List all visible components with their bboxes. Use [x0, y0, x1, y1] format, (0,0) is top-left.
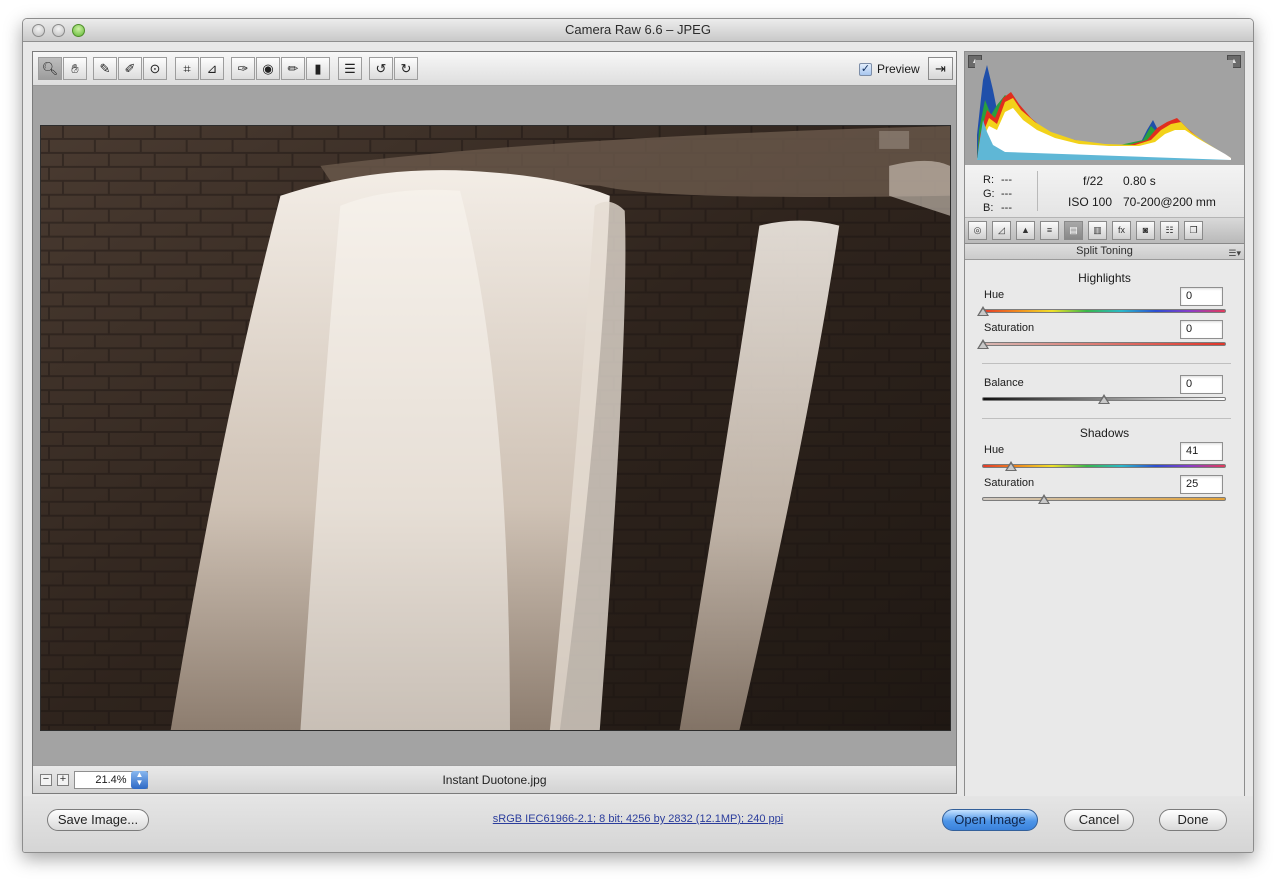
title-bar: Camera Raw 6.6 – JPEG [23, 19, 1253, 42]
g-value: --- [1001, 188, 1012, 200]
shadows-hue-field[interactable]: 41 [1180, 442, 1223, 461]
panel-menu-icon[interactable]: ☰▾ [1228, 246, 1241, 261]
done-button[interactable]: Done [1159, 809, 1227, 831]
color-sampler-tool-icon[interactable]: ✐ [118, 57, 142, 80]
shadows-saturation-slider[interactable] [982, 497, 1226, 501]
lens-corrections-tab-icon[interactable]: ▥ [1088, 221, 1107, 240]
rotate-left-tool-icon[interactable]: ↺ [369, 57, 393, 80]
window-title: Camera Raw 6.6 – JPEG [565, 22, 711, 37]
shutter-value: 0.80 s [1123, 174, 1156, 188]
filename-label: Instant Duotone.jpg [442, 773, 547, 787]
zoom-tool-icon[interactable]: 🔍︎ [38, 57, 62, 80]
highlights-hue-label: Hue [984, 289, 1005, 301]
b-value: --- [1001, 202, 1012, 214]
straighten-tool-icon[interactable]: ⊿ [200, 57, 224, 80]
b-label: B: [983, 202, 994, 214]
highlights-saturation-field[interactable]: 0 [1180, 320, 1223, 339]
dialog-footer: Save Image... sRGB IEC61966-2.1; 8 bit; … [23, 796, 1253, 852]
shadows-hue-label: Hue [984, 444, 1005, 456]
shadows-saturation-thumb[interactable] [1038, 494, 1050, 504]
photo-preview [40, 125, 951, 731]
split-toning-tab-icon[interactable]: ▤ [1064, 221, 1083, 240]
camera-raw-window: Camera Raw 6.6 – JPEG 🔍︎ ✋︎ ✎ ✐ ⊙ ⌗ ⊿ ✑ … [22, 18, 1254, 853]
histogram: ▲ ▲ [965, 52, 1244, 165]
lens-value: 70-200@200 mm [1123, 195, 1216, 209]
balance-label: Balance [984, 377, 1024, 389]
cancel-button[interactable]: Cancel [1064, 809, 1134, 831]
hand-tool-icon[interactable]: ✋︎ [63, 57, 87, 80]
minimize-window-button[interactable] [52, 24, 65, 37]
hsl-grayscale-tab-icon[interactable]: ≡ [1040, 221, 1059, 240]
shadows-saturation-field[interactable]: 25 [1180, 475, 1223, 494]
waterfall-photo [41, 126, 950, 730]
open-image-button[interactable]: Open Image [942, 809, 1038, 831]
spot-removal-tool-icon[interactable]: ✑ [231, 57, 255, 80]
r-value: --- [1001, 174, 1012, 186]
shadows-saturation-label: Saturation [984, 477, 1035, 489]
image-info: R: --- G: --- B: --- f/22 0.80 s ISO 100… [965, 165, 1244, 218]
presets-tab-icon[interactable]: ☷ [1160, 221, 1179, 240]
histogram-graph [975, 60, 1233, 160]
status-bar: − + 21.4% ▲ ▼ Instant Duotone.jpg [33, 765, 956, 793]
image-canvas-area: 🔍︎ ✋︎ ✎ ✐ ⊙ ⌗ ⊿ ✑ ◉ ✏ ▮ ☰ ↺ ↻ ✓ Preview … [32, 51, 957, 794]
shadows-hue-slider[interactable] [982, 464, 1226, 468]
shadows-hue-thumb[interactable] [1005, 461, 1017, 471]
zoom-window-button[interactable] [72, 24, 85, 37]
panel-tabs: ◎ ◿ ▲ ≡ ▤ ▥ fx ◙ ☷ ❐ [965, 218, 1244, 244]
close-window-button[interactable] [32, 24, 45, 37]
panel-title-text: Split Toning [1076, 245, 1133, 257]
highlights-heading: Highlights [1078, 271, 1131, 285]
rotate-right-tool-icon[interactable]: ↻ [394, 57, 418, 80]
adjustment-brush-tool-icon[interactable]: ✏ [281, 57, 305, 80]
crop-tool-icon[interactable]: ⌗ [175, 57, 199, 80]
white-balance-tool-icon[interactable]: ✎ [93, 57, 117, 80]
g-label: G: [983, 188, 995, 200]
graduated-filter-tool-icon[interactable]: ▮ [306, 57, 330, 80]
detail-tab-icon[interactable]: ▲ [1016, 221, 1035, 240]
panel-title: Split Toning ☰▾ [965, 244, 1244, 260]
adjustment-side-panel: ▲ ▲ R: --- G: --- B: --- f/22 0.80 s ISO… [964, 51, 1245, 798]
highlights-hue-thumb[interactable] [977, 306, 989, 316]
balance-field[interactable]: 0 [1180, 375, 1223, 394]
effects-tab-icon[interactable]: fx [1112, 221, 1131, 240]
balance-thumb[interactable] [1098, 394, 1110, 404]
shadows-heading: Shadows [1079, 426, 1130, 440]
highlights-hue-slider[interactable] [982, 309, 1226, 313]
basic-tab-icon[interactable]: ◎ [968, 221, 987, 240]
preview-label: Preview [877, 62, 920, 76]
highlights-hue-field[interactable]: 0 [1180, 287, 1223, 306]
full-screen-mode-icon[interactable]: ⇥ [928, 57, 953, 80]
info-divider [1037, 171, 1038, 211]
preview-toggle[interactable]: ✓ Preview [859, 62, 920, 76]
targeted-adjustment-tool-icon[interactable]: ⊙ [143, 57, 167, 80]
snapshots-tab-icon[interactable]: ❐ [1184, 221, 1203, 240]
section-divider [982, 363, 1231, 364]
aperture-value: f/22 [1083, 174, 1104, 188]
iso-value: ISO 100 [1068, 195, 1113, 209]
camera-calibration-tab-icon[interactable]: ◙ [1136, 221, 1155, 240]
r-label: R: [983, 174, 994, 186]
section-divider [982, 418, 1231, 419]
highlights-saturation-thumb[interactable] [977, 339, 989, 349]
red-eye-removal-tool-icon[interactable]: ◉ [256, 57, 280, 80]
open-preferences-tool-icon[interactable]: ☰ [338, 57, 362, 80]
tool-bar: 🔍︎ ✋︎ ✎ ✐ ⊙ ⌗ ⊿ ✑ ◉ ✏ ▮ ☰ ↺ ↻ ✓ Preview … [33, 52, 956, 86]
tone-curve-tab-icon[interactable]: ◿ [992, 221, 1011, 240]
preview-checkbox[interactable]: ✓ [859, 62, 872, 76]
highlights-saturation-label: Saturation [984, 322, 1035, 334]
highlights-saturation-slider[interactable] [982, 342, 1226, 346]
